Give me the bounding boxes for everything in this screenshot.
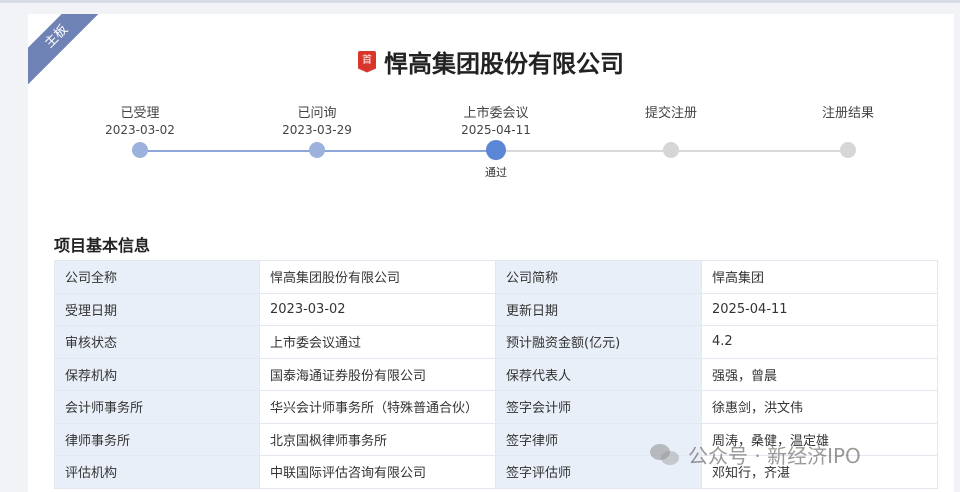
field-value: 2025-04-11	[701, 292, 938, 326]
company-title: 首 悍高集团股份有限公司	[358, 44, 624, 79]
field-label: 律师事务所	[54, 422, 260, 456]
step-label: 已受理	[120, 106, 160, 121]
field-label: 签字会计师	[495, 390, 702, 424]
table-row: 公司全称 悍高集团股份有限公司 公司简称 悍高集团	[54, 260, 938, 294]
step-result: 通过	[485, 166, 507, 179]
field-value: 徐惠剑，洪文伟	[701, 390, 938, 424]
step-registration-result: 注册结果	[788, 106, 908, 158]
step-label: 注册结果	[821, 106, 874, 121]
table-row: 保荐机构 国泰海通证券股份有限公司 保荐代表人 强强，曾晨	[54, 357, 938, 391]
step-dot-icon	[309, 142, 325, 158]
first-issue-badge-icon: 首	[358, 50, 376, 73]
field-value: 上市委会议通过	[259, 325, 496, 359]
title-bar: 首 悍高集团股份有限公司	[28, 44, 954, 79]
top-border	[0, 0, 960, 3]
field-label: 预计融资金额(亿元)	[495, 325, 702, 359]
field-label: 评估机构	[54, 455, 260, 489]
step-label: 提交注册	[644, 106, 697, 121]
field-value: 悍高集团	[701, 260, 938, 294]
ipo-project-card: 主板 首 悍高集团股份有限公司 已受理 2023-03-02 已问询 2023-…	[28, 14, 954, 492]
step-label: 上市委会议	[463, 106, 529, 121]
field-label: 受理日期	[54, 292, 260, 326]
field-label: 会计师事务所	[54, 390, 260, 424]
table-row: 受理日期 2023-03-02 更新日期 2025-04-11	[54, 292, 938, 326]
field-label: 审核状态	[54, 325, 260, 359]
section-title: 项目基本信息	[54, 236, 151, 255]
field-label: 保荐代表人	[495, 357, 702, 391]
accounting-firm-link[interactable]: 华兴会计师事务所（特殊普通合伙）	[259, 390, 496, 424]
step-listing-committee: 上市委会议 2025-04-11 通过	[436, 106, 556, 179]
sponsor-link[interactable]: 国泰海通证券股份有限公司	[259, 357, 496, 391]
table-row: 会计师事务所 华兴会计师事务所（特殊普通合伙） 签字会计师 徐惠剑，洪文伟	[54, 390, 938, 424]
wechat-icon	[650, 442, 680, 468]
step-dot-icon	[132, 142, 148, 158]
step-date: 2023-03-02	[105, 123, 175, 137]
step-dot-icon	[663, 142, 679, 158]
field-value: 2023-03-02	[259, 292, 496, 326]
field-label: 更新日期	[495, 292, 702, 326]
step-label: 已问询	[297, 106, 337, 121]
step-date	[788, 122, 908, 138]
step-dot-icon	[840, 142, 856, 158]
field-label: 保荐机构	[54, 357, 260, 391]
step-date: 2025-04-11	[461, 123, 531, 137]
step-date	[611, 122, 731, 138]
wechat-watermark: 公众号 · 新经济IPO	[650, 440, 861, 469]
law-firm-link[interactable]: 北京国枫律师事务所	[259, 422, 496, 456]
field-label: 公司全称	[54, 260, 260, 294]
watermark-text: 公众号 · 新经济IPO	[688, 444, 861, 468]
company-name: 悍高集团股份有限公司	[384, 50, 624, 78]
step-inquired: 已问询 2023-03-29	[257, 106, 377, 158]
field-value: 悍高集团股份有限公司	[259, 260, 496, 294]
field-value: 中联国际评估咨询有限公司	[259, 455, 496, 489]
field-value: 4.2	[701, 325, 938, 359]
field-label: 公司简称	[495, 260, 702, 294]
step-date: 2023-03-29	[282, 123, 352, 137]
table-row: 审核状态 上市委会议通过 预计融资金额(亿元) 4.2	[54, 325, 938, 359]
step-accepted: 已受理 2023-03-02	[80, 106, 200, 158]
step-submit-registration: 提交注册	[611, 106, 731, 158]
review-progress-timeline: 已受理 2023-03-02 已问询 2023-03-29 上市委会议 2025…	[28, 106, 954, 196]
field-value: 强强，曾晨	[701, 357, 938, 391]
step-dot-icon	[486, 140, 506, 160]
